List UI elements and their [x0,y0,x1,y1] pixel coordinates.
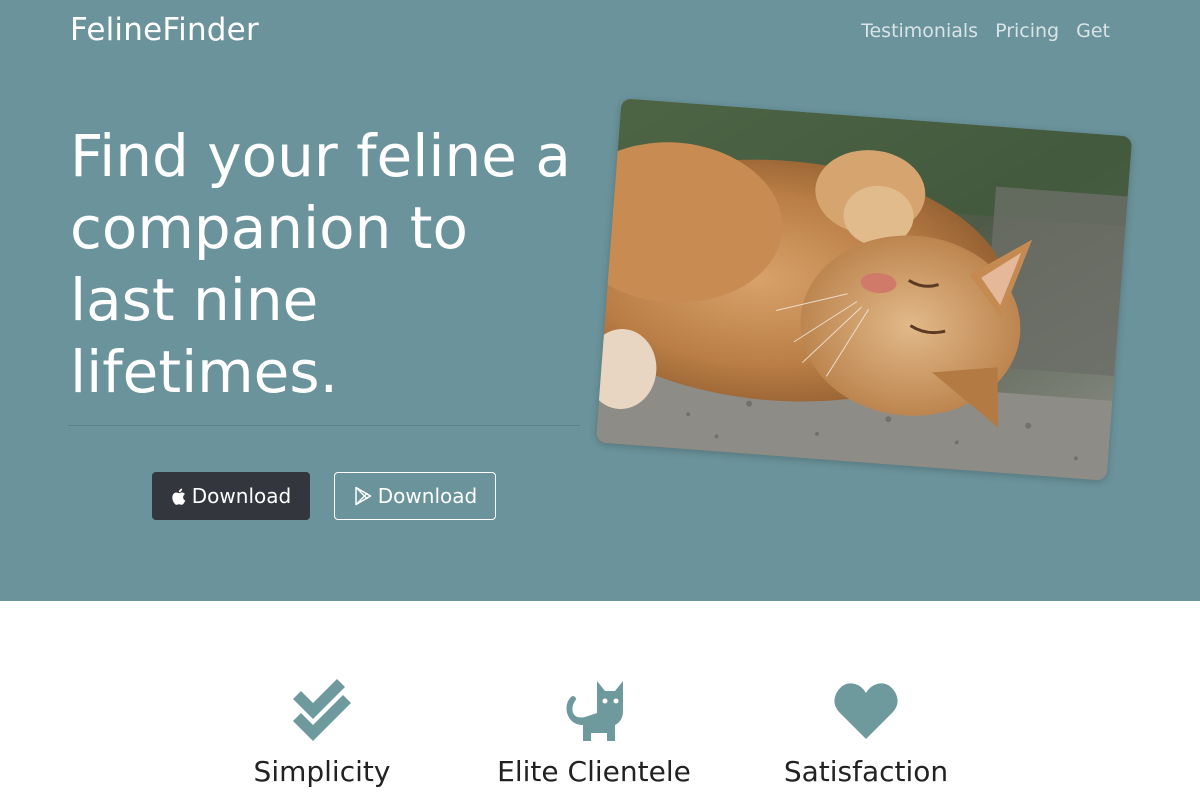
google-play-icon [353,486,373,506]
nav-link-testimonials[interactable]: Testimonials [861,20,978,42]
hero-divider [68,425,580,426]
feature-simplicity: Simplicity [202,679,442,788]
feature-satisfaction: Satisfaction [746,679,986,788]
features-section: Simplicity Elite Clientele Satisfaction [0,601,1200,801]
hero-section: FelineFinder Testimonials Pricing Get Fi… [0,0,1200,601]
google-play-download-button[interactable]: Download [334,472,496,520]
app-store-download-button[interactable]: Download [152,472,310,520]
feature-label: Elite Clientele [497,755,691,788]
feature-label: Satisfaction [783,755,949,788]
hero-headline: Find your feline a companion to last nin… [70,122,571,406]
app-store-download-label: Download [191,484,292,508]
apple-icon [171,487,187,506]
feature-label: Simplicity [253,755,391,788]
cat-photo [595,98,1133,481]
cat-icon [561,677,627,745]
nav-link-get[interactable]: Get [1076,20,1110,42]
top-nav: Testimonials Pricing Get [861,20,1110,42]
google-play-download-label: Download [377,484,478,508]
heart-icon [833,681,899,745]
double-check-icon [289,677,355,745]
feature-elite-clientele: Elite Clientele [474,679,714,788]
brand-logo[interactable]: FelineFinder [70,12,259,48]
nav-link-pricing[interactable]: Pricing [995,20,1059,42]
